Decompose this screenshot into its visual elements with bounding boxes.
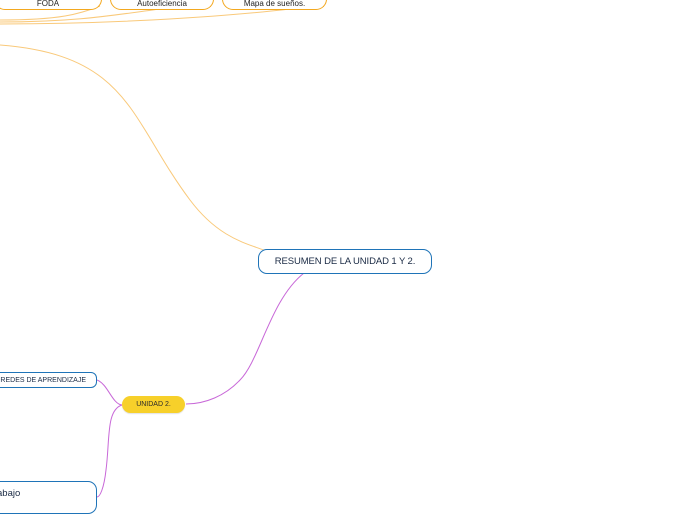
subtopic-trabajo-label: abajo [0, 488, 21, 499]
topic-mapa-suenos[interactable]: Mapa de sueños. [222, 0, 327, 10]
subtopic-redes-aprendizaje[interactable]: REDES DE APRENDIZAJE [0, 372, 97, 388]
central-topic[interactable]: RESUMEN DE LA UNIDAD 1 Y 2. [258, 249, 432, 274]
connector-unidad2-redes [96, 379, 123, 406]
topic-foda-label: FODA [36, 0, 60, 8]
topic-mapa-suenos-label: Mapa de sueños. [243, 0, 306, 8]
topic-autoeficiencia[interactable]: Autoeficiencia [110, 0, 214, 10]
connector-unidad2-trabajo [96, 404, 123, 498]
topic-unidad-2[interactable]: UNIDAD 2. [122, 396, 185, 413]
subtopic-redes-aprendizaje-label: REDES DE APRENDIZAJE [0, 376, 86, 384]
topic-foda[interactable]: FODA [0, 0, 102, 10]
central-topic-label: RESUMEN DE LA UNIDAD 1 Y 2. [274, 256, 416, 267]
mindmap-canvas: FODA Autoeficiencia Mapa de sueños. RESU… [0, 0, 696, 520]
topic-unidad-2-label: UNIDAD 2. [136, 401, 171, 408]
connector-root-orange [0, 44, 267, 252]
connector-root-unidad2 [185, 272, 305, 405]
subtopic-trabajo[interactable]: abajo [0, 481, 97, 514]
topic-autoeficiencia-label: Autoeficiencia [137, 0, 187, 8]
